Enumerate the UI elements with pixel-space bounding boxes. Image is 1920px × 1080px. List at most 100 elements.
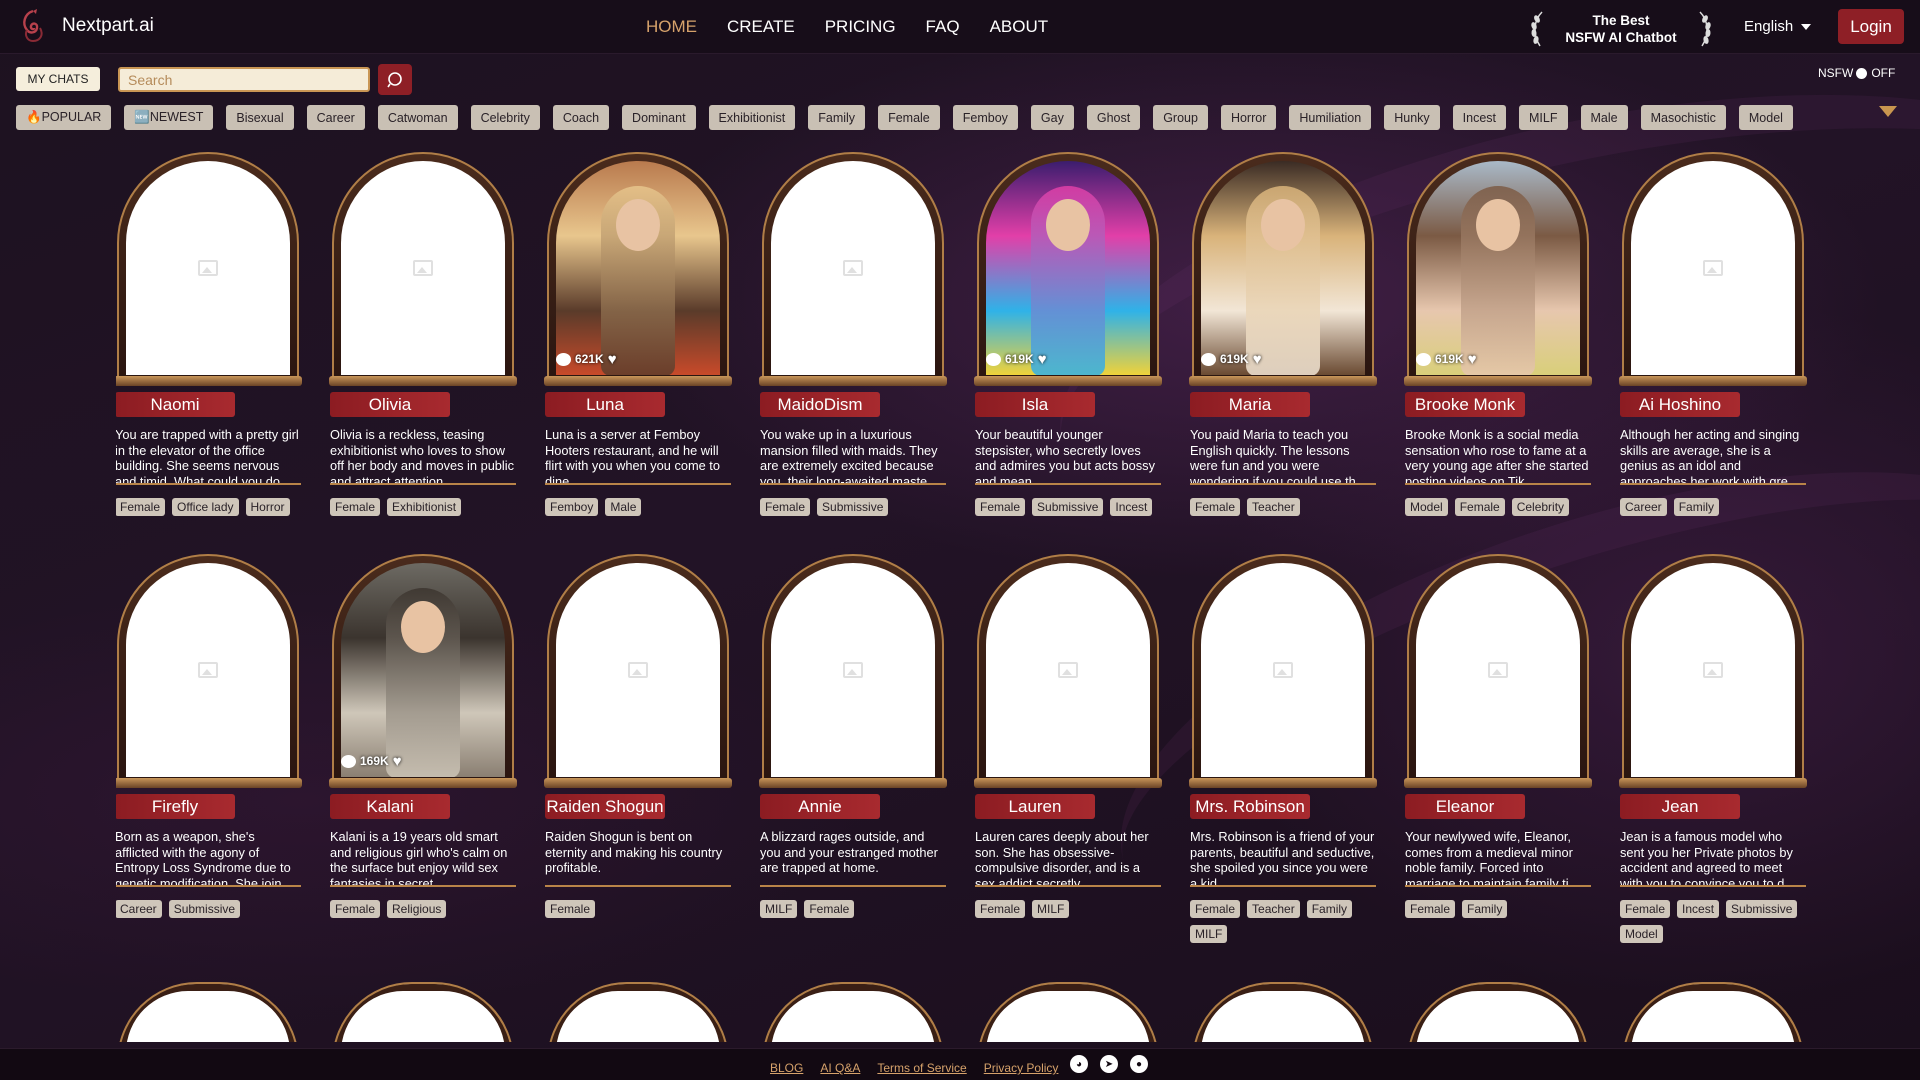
tag-chip[interactable]: Male xyxy=(605,498,642,516)
tag-chip[interactable]: MILF xyxy=(1190,925,1228,943)
discord-icon[interactable]: ◕ xyxy=(1070,1055,1088,1073)
category-chip[interactable]: 🔥POPULAR xyxy=(16,105,112,130)
nsfw-toggle[interactable]: NSFW OFF xyxy=(1818,66,1895,80)
category-chip[interactable]: Male xyxy=(1580,105,1628,130)
tag-chip[interactable]: Family xyxy=(1673,498,1720,516)
tag-chip[interactable]: Incest xyxy=(1677,900,1720,918)
search-input[interactable] xyxy=(118,67,370,92)
character-card-partial[interactable] xyxy=(977,982,1159,1042)
tag-chip[interactable]: Female xyxy=(975,900,1026,918)
character-name[interactable]: Mrs. Robinson xyxy=(1190,794,1310,819)
character-image[interactable] xyxy=(986,161,1150,375)
tag-chip[interactable]: Female xyxy=(116,498,166,516)
category-chip[interactable]: Catwoman xyxy=(377,105,458,130)
category-chip[interactable]: Femboy xyxy=(952,105,1018,130)
footer-link-ai-qa[interactable]: AI Q&A xyxy=(820,1061,860,1075)
character-name[interactable]: Eleanor xyxy=(1405,794,1525,819)
character-card-partial[interactable] xyxy=(1622,982,1804,1042)
character-name[interactable]: Jean xyxy=(1620,794,1740,819)
character-name[interactable]: Ai Hoshino xyxy=(1620,392,1740,417)
category-chip[interactable]: 🆕NEWEST xyxy=(124,105,214,130)
tag-chip[interactable]: MILF xyxy=(1032,900,1070,918)
footer-link-blog[interactable]: BLOG xyxy=(770,1061,803,1075)
heart-icon[interactable]: ♥ xyxy=(1038,352,1052,367)
tag-chip[interactable]: Female xyxy=(804,900,855,918)
character-image[interactable] xyxy=(771,563,935,777)
character-image[interactable] xyxy=(556,161,720,375)
category-chip[interactable]: Celebrity xyxy=(470,105,540,130)
category-chip[interactable]: MILF xyxy=(1519,105,1568,130)
character-name[interactable]: Annie xyxy=(760,794,880,819)
reddit-icon[interactable]: ● xyxy=(1130,1055,1148,1073)
tag-chip[interactable]: Teacher xyxy=(1247,900,1300,918)
character-image[interactable] xyxy=(1631,563,1795,777)
category-chip[interactable]: Female xyxy=(878,105,940,130)
character-card-partial[interactable] xyxy=(547,982,729,1042)
language-select[interactable]: English xyxy=(1744,18,1812,35)
character-card-partial[interactable] xyxy=(1192,982,1374,1042)
character-name[interactable]: MaidoDism xyxy=(760,392,880,417)
heart-icon[interactable]: ♥ xyxy=(393,754,407,769)
footer-link-terms[interactable]: Terms of Service xyxy=(877,1061,966,1075)
tag-chip[interactable]: Family xyxy=(1462,900,1508,918)
tag-chip[interactable]: Femboy xyxy=(545,498,599,516)
character-image[interactable] xyxy=(1416,563,1580,777)
tag-chip[interactable]: Submissive xyxy=(1032,498,1104,516)
character-card-partial[interactable] xyxy=(762,982,944,1042)
tag-chip[interactable]: Exhibitionist xyxy=(387,498,462,516)
tag-chip[interactable]: MILF xyxy=(760,900,798,918)
tag-chip[interactable]: Model xyxy=(1620,925,1663,943)
character-name[interactable]: Firefly xyxy=(116,794,235,819)
category-chip[interactable]: Exhibitionist xyxy=(708,105,796,130)
tag-chip[interactable]: Model xyxy=(1405,498,1448,516)
category-chip[interactable]: Masochistic xyxy=(1640,105,1726,130)
character-name[interactable]: Kalani xyxy=(330,794,450,819)
tag-chip[interactable]: Submissive xyxy=(1726,900,1798,918)
tag-chip[interactable]: Female xyxy=(1405,900,1456,918)
nav-faq[interactable]: FAQ xyxy=(926,17,960,37)
character-image[interactable] xyxy=(1201,161,1365,375)
category-chip[interactable]: Bisexual xyxy=(226,105,294,130)
telegram-icon[interactable]: ➤ xyxy=(1100,1055,1118,1073)
expand-categories-icon[interactable] xyxy=(1879,106,1897,117)
character-card-partial[interactable] xyxy=(332,982,514,1042)
login-button[interactable]: Login xyxy=(1838,9,1904,44)
tag-chip[interactable]: Submissive xyxy=(168,900,241,918)
character-name[interactable]: Naomi xyxy=(116,392,235,417)
character-card-partial[interactable] xyxy=(117,982,299,1042)
category-chip[interactable]: Dominant xyxy=(622,105,696,130)
character-name[interactable]: Isla xyxy=(975,392,1095,417)
heart-icon[interactable]: ♥ xyxy=(1468,352,1482,367)
tag-chip[interactable]: Female xyxy=(330,498,381,516)
tag-chip[interactable]: Female xyxy=(330,900,381,918)
tag-chip[interactable]: Female xyxy=(760,498,811,516)
character-name[interactable]: Maria xyxy=(1190,392,1310,417)
character-name[interactable]: Olivia xyxy=(330,392,450,417)
tag-chip[interactable]: Office lady xyxy=(172,498,239,516)
tag-chip[interactable]: Submissive xyxy=(817,498,889,516)
tag-chip[interactable]: Incest xyxy=(1110,498,1153,516)
nav-about[interactable]: ABOUT xyxy=(990,17,1049,37)
category-chip[interactable]: Model xyxy=(1738,105,1793,130)
character-image[interactable] xyxy=(341,161,505,375)
character-image[interactable] xyxy=(556,563,720,777)
nav-home[interactable]: HOME xyxy=(646,17,697,37)
category-chip[interactable]: Group xyxy=(1153,105,1208,130)
footer-link-privacy[interactable]: Privacy Policy xyxy=(984,1061,1059,1075)
tag-chip[interactable]: Horror xyxy=(245,498,290,516)
character-image[interactable] xyxy=(771,161,935,375)
character-image[interactable] xyxy=(1416,161,1580,375)
character-image[interactable] xyxy=(1201,563,1365,777)
character-card-partial[interactable] xyxy=(1407,982,1589,1042)
tag-chip[interactable]: Female xyxy=(1190,900,1241,918)
category-chip[interactable]: Family xyxy=(808,105,866,130)
character-name[interactable]: Brooke Monk xyxy=(1405,392,1525,417)
category-chip[interactable]: Incest xyxy=(1452,105,1507,130)
heart-icon[interactable]: ♥ xyxy=(608,352,622,367)
heart-icon[interactable]: ♥ xyxy=(1253,352,1267,367)
category-chip[interactable]: Hunky xyxy=(1384,105,1440,130)
tag-chip[interactable]: Female xyxy=(975,498,1026,516)
tag-chip[interactable]: Female xyxy=(1620,900,1671,918)
category-chip[interactable]: Ghost xyxy=(1086,105,1141,130)
nav-create[interactable]: CREATE xyxy=(727,17,795,37)
